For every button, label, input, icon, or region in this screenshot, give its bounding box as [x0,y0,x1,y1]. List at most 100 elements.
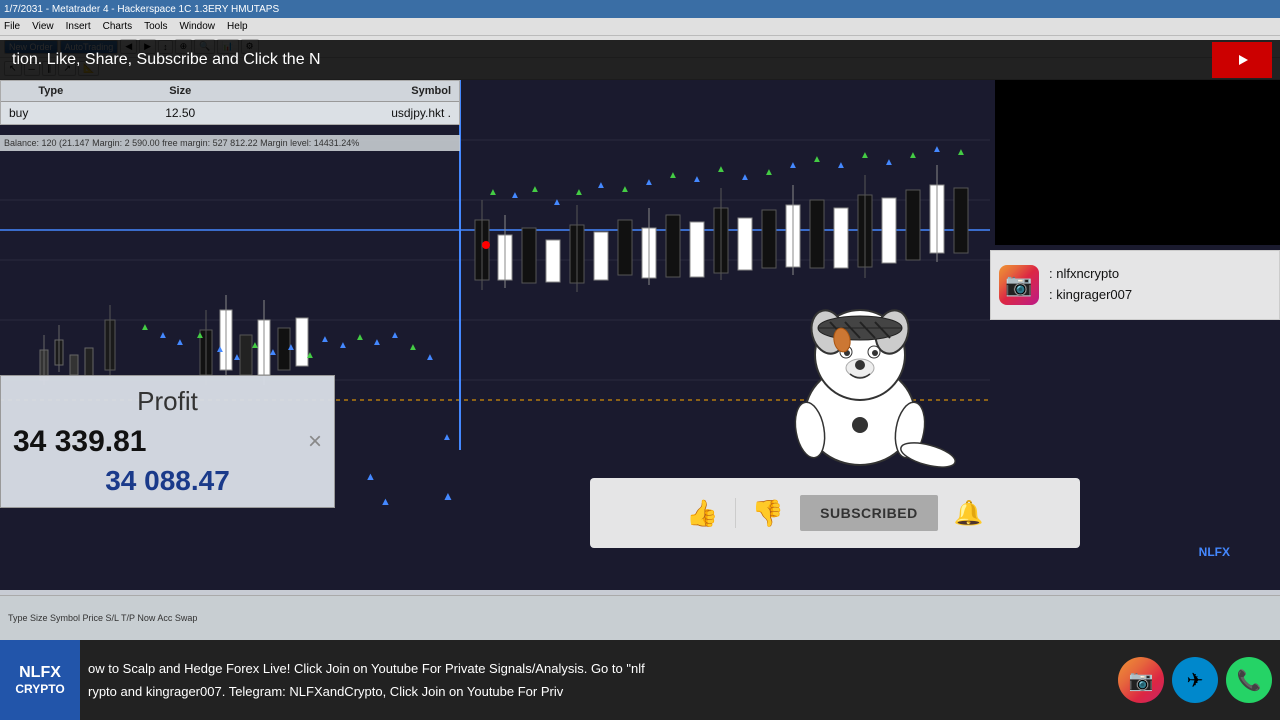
svg-text:▲: ▲ [390,330,400,341]
svg-text:▲: ▲ [365,471,376,483]
col-header-type: Type [1,85,101,97]
svg-text:▲: ▲ [596,180,606,191]
menu-item-window[interactable]: Window [179,21,215,32]
svg-text:▲: ▲ [836,160,846,171]
cell-type: buy [1,106,101,120]
bell-button[interactable]: 🔔 [954,499,984,528]
svg-text:▲: ▲ [510,190,520,201]
title-bar-text: 1/7/2031 - Metatrader 4 - Hackerspace 1C… [4,4,279,15]
svg-text:▲: ▲ [530,184,540,195]
profit-value-row: 34 339.81 × [13,425,322,459]
bottom-table: Type Size Symbol Price S/L T/P Now Acc S… [0,595,1280,640]
like-button[interactable]: 👍 [686,498,718,529]
profit-secondary-value: 34 088.47 [13,465,322,497]
svg-text:▲: ▲ [408,342,418,353]
nlfx-logo-bottom: CRYPTO [15,682,64,696]
col-header-symbol: Symbol [260,85,459,97]
yt-notification: tion. Like, Share, Subscribe and Click t… [0,40,1280,80]
svg-text:▲: ▲ [140,322,150,333]
svg-text:▲: ▲ [175,337,185,348]
svg-text:▲: ▲ [860,150,870,161]
svg-text:▲: ▲ [692,174,702,185]
nlfx-logo-top: NLFX [19,664,61,682]
menu-item-charts[interactable]: Charts [103,21,132,32]
svg-text:▲: ▲ [250,340,260,351]
svg-text:▲: ▲ [232,352,242,363]
svg-text:▲: ▲ [442,432,452,443]
svg-text:▲: ▲ [305,350,315,361]
svg-text:▲: ▲ [764,167,774,178]
trade-table: Type Size Symbol buy 12.50 usdjpy.hkt . [0,80,460,125]
ticker-line-2: rypto and kingrager007. Telegram: NLFXan… [88,680,1110,703]
trade-table-row: buy 12.50 usdjpy.hkt . [1,102,459,124]
svg-text:▲: ▲ [338,340,348,351]
svg-text:▲: ▲ [158,330,168,341]
instagram-line2: : kingrager007 [1049,285,1132,306]
profit-main-value: 34 339.81 [13,425,146,459]
social-icons-bottom: 📷 ✈ 📞 [1118,657,1280,703]
svg-text:▲: ▲ [644,177,654,188]
svg-text:▲: ▲ [268,347,278,358]
whatsapp-bottom-button[interactable]: 📞 [1226,657,1272,703]
svg-text:▲: ▲ [552,197,562,208]
svg-text:▲: ▲ [488,187,498,198]
trade-table-header: Type Size Symbol [1,81,459,102]
chart-info-row: Balance: 120 (21.147 Margin: 2 590.00 fr… [0,135,460,151]
menu-item-help[interactable]: Help [227,21,248,32]
svg-text:▲: ▲ [215,344,225,355]
svg-text:▲: ▲ [812,154,822,165]
social-buttons-bar: 👍 👎 SUBSCRIBED 🔔 [590,478,1080,548]
instagram-line1: : nlfxncrypto [1049,264,1132,285]
dog-cartoon-svg [750,270,970,490]
yt-video-overlay [995,80,1280,245]
nlfx-logo: NLFX CRYPTO [0,640,80,720]
bottom-bar: NLFX CRYPTO ow to Scalp and Hedge Forex … [0,640,1280,720]
separator-1 [735,498,736,528]
yt-subscribe-btn[interactable] [1212,42,1272,78]
menu-item-view[interactable]: View [32,21,54,32]
nlfx-chart-label: NLFX [1199,545,1230,559]
chart-info-text: Balance: 120 (21.147 Margin: 2 590.00 fr… [4,138,359,148]
title-bar: 1/7/2031 - Metatrader 4 - Hackerspace 1C… [0,0,1280,18]
col-header-size: Size [101,85,260,97]
yt-notification-text: tion. Like, Share, Subscribe and Click t… [0,51,1212,69]
profit-title: Profit [13,386,322,417]
telegram-bottom-button[interactable]: ✈ [1172,657,1218,703]
ticker-text: ow to Scalp and Hedge Forex Live! Click … [80,657,1118,704]
instagram-info: : nlfxncrypto : kingrager007 [1049,264,1132,306]
svg-text:▲: ▲ [788,160,798,171]
youtube-icon [1228,50,1256,70]
svg-text:▲: ▲ [956,147,966,158]
profit-panel: Profit 34 339.81 × 34 088.47 [0,375,335,508]
svg-text:▲: ▲ [932,144,942,155]
instagram-bottom-button[interactable]: 📷 [1118,657,1164,703]
dog-cartoon [750,270,970,490]
svg-text:▲: ▲ [425,352,435,363]
svg-text:▲: ▲ [195,330,205,341]
svg-text:▲: ▲ [286,342,296,353]
close-button[interactable]: × [308,428,322,456]
svg-text:▲: ▲ [884,157,894,168]
svg-text:▲: ▲ [372,337,382,348]
svg-text:▲: ▲ [620,184,630,195]
menu-item-insert[interactable]: Insert [66,21,91,32]
svg-text:▲: ▲ [668,170,678,181]
svg-text:▲: ▲ [740,172,750,183]
svg-text:▲: ▲ [380,496,391,508]
cell-symbol: usdjpy.hkt . [260,106,459,120]
svg-text:▲: ▲ [908,150,918,161]
svg-text:▲: ▲ [716,164,726,175]
menu-item-tools[interactable]: Tools [144,21,167,32]
dislike-button[interactable]: 👎 [752,498,784,529]
bottom-table-text: Type Size Symbol Price S/L T/P Now Acc S… [8,613,197,623]
ticker-line-1: ow to Scalp and Hedge Forex Live! Click … [88,657,1110,680]
svg-text:▲: ▲ [574,187,584,198]
cell-size: 12.50 [101,106,260,120]
menu-item-file[interactable]: File [4,21,20,32]
subscribed-button[interactable]: SUBSCRIBED [800,495,938,531]
instagram-icon: 📷 [999,265,1039,305]
svg-text:▲: ▲ [320,334,330,345]
instagram-overlay: 📷 : nlfxncrypto : kingrager007 [990,250,1280,320]
menu-bar: File View Insert Charts Tools Window Hel… [0,18,1280,36]
svg-text:▲: ▲ [442,489,454,503]
